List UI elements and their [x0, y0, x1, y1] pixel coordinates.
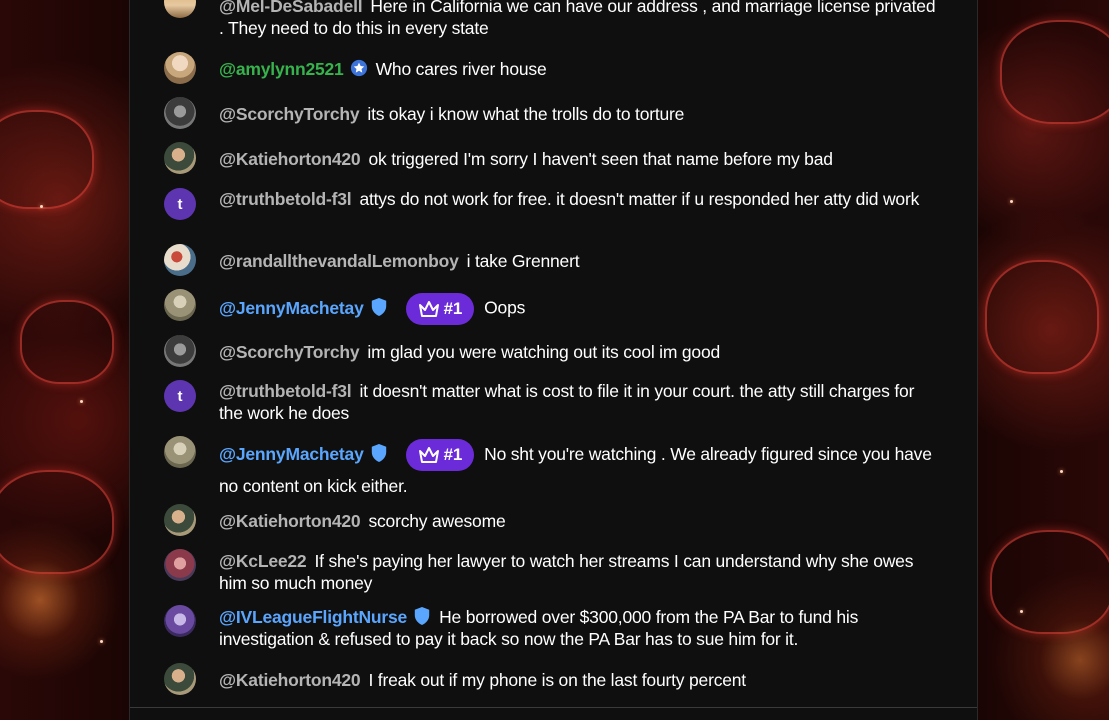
shield-icon [414, 607, 430, 625]
pumpkin-decoration [0, 110, 94, 209]
avatar[interactable] [164, 549, 196, 581]
pumpkin-decoration [0, 470, 114, 574]
avatar[interactable] [164, 52, 196, 84]
avatar[interactable] [164, 244, 196, 276]
message-text: @ScorchyTorchy its okay i know what the t… [219, 103, 939, 125]
message-text: @ScorchyTorchy im glad you were watching … [219, 341, 939, 363]
rank-label: #1 [443, 299, 463, 318]
username[interactable]: @ScorchyTorchy [219, 104, 360, 124]
username[interactable]: @amylynn2521 [219, 59, 344, 79]
star-badge-icon [350, 59, 367, 77]
avatar-letter: t [177, 387, 183, 405]
username[interactable]: @truthbetold-f3l [219, 189, 352, 209]
message-text: @JennyMachetay #1 Oops [219, 293, 939, 325]
avatar[interactable] [164, 335, 196, 367]
message-text: @Katiehorton420 ok triggered I'm sorry I … [219, 148, 939, 170]
sparkle [1060, 470, 1063, 473]
sparkle [1010, 200, 1013, 203]
message-body: i take Grennert [466, 251, 580, 271]
chat-divider [130, 707, 977, 708]
message-body: Who cares river house [375, 59, 547, 79]
username[interactable]: @IVLeagueFlightNurse [219, 607, 407, 627]
rank-label: #1 [443, 445, 463, 465]
avatar[interactable] [164, 142, 196, 174]
message-text: @JennyMachetay #1 No sht you're watching .… [219, 439, 939, 501]
message-body: If she's paying her lawyer to watch her … [219, 551, 914, 593]
avatar[interactable] [164, 504, 196, 536]
avatar[interactable]: t [164, 188, 196, 220]
avatar[interactable] [164, 97, 196, 129]
avatar[interactable] [164, 289, 196, 321]
username[interactable]: @KcLee22 [219, 551, 307, 571]
pumpkin-decoration [985, 260, 1099, 374]
message-text: @randallthevandalLemonboy i take Grennert [219, 250, 939, 272]
username[interactable]: @truthbetold-f3l [219, 381, 352, 401]
username[interactable]: @Mel-DeSabadell [219, 0, 363, 16]
rank-badge: #1 [405, 439, 475, 472]
sparkle [80, 400, 83, 403]
username[interactable]: @Katiehorton420 [219, 149, 361, 169]
avatar[interactable] [164, 663, 196, 695]
message-text: @KcLee22 If she's paying her lawyer to wa… [219, 550, 939, 594]
sparkle [100, 640, 103, 643]
message-body: scorchy awesome [368, 511, 506, 531]
username[interactable]: @JennyMachetay [219, 298, 364, 318]
message-text: @Mel-DeSabadell Here in California we can… [219, 0, 939, 39]
message-body: I freak out if my phone is on the last f… [368, 670, 746, 690]
message-text: @IVLeagueFlightNurse He borrowed over $30… [219, 606, 939, 650]
avatar[interactable]: t [164, 380, 196, 412]
username[interactable]: @Katiehorton420 [219, 670, 361, 690]
message-body: Oops [484, 297, 526, 318]
rank-badge: #1 [405, 293, 475, 325]
sparkle [1020, 610, 1023, 613]
message-text: @amylynn2521 Who cares river house [219, 58, 939, 80]
chat-panel[interactable]: @Mel-DeSabadell Here in California we can… [129, 0, 978, 720]
shield-icon [371, 444, 386, 462]
username[interactable]: @JennyMachetay [219, 444, 364, 464]
avatar-letter: t [177, 195, 183, 213]
username[interactable]: @ScorchyTorchy [219, 342, 360, 362]
message-text: @truthbetold-f3l it doesn't matter what i… [219, 380, 939, 424]
avatar[interactable] [164, 0, 196, 18]
pumpkin-decoration [20, 300, 114, 384]
pumpkin-decoration [990, 530, 1109, 634]
avatar[interactable] [164, 436, 196, 468]
crown-icon [418, 301, 439, 317]
message-body: ok triggered I'm sorry I haven't seen th… [368, 149, 833, 169]
sparkle [40, 205, 43, 208]
pumpkin-decoration [1000, 20, 1109, 124]
avatar[interactable] [164, 605, 196, 637]
shield-icon [371, 297, 386, 316]
crown-icon [418, 447, 439, 464]
message-body: its okay i know what the trolls do to to… [367, 104, 685, 124]
message-text: @Katiehorton420 I freak out if my phone i… [219, 669, 939, 691]
message-body: im glad you were watching out its cool i… [367, 342, 721, 362]
message-body: attys do not work for free. it doesn't m… [359, 189, 920, 209]
message-text: @Katiehorton420 scorchy awesome [219, 510, 939, 532]
username[interactable]: @randallthevandalLemonboy [219, 251, 459, 271]
message-text: @truthbetold-f3l attys do not work for fr… [219, 188, 939, 210]
username[interactable]: @Katiehorton420 [219, 511, 361, 531]
